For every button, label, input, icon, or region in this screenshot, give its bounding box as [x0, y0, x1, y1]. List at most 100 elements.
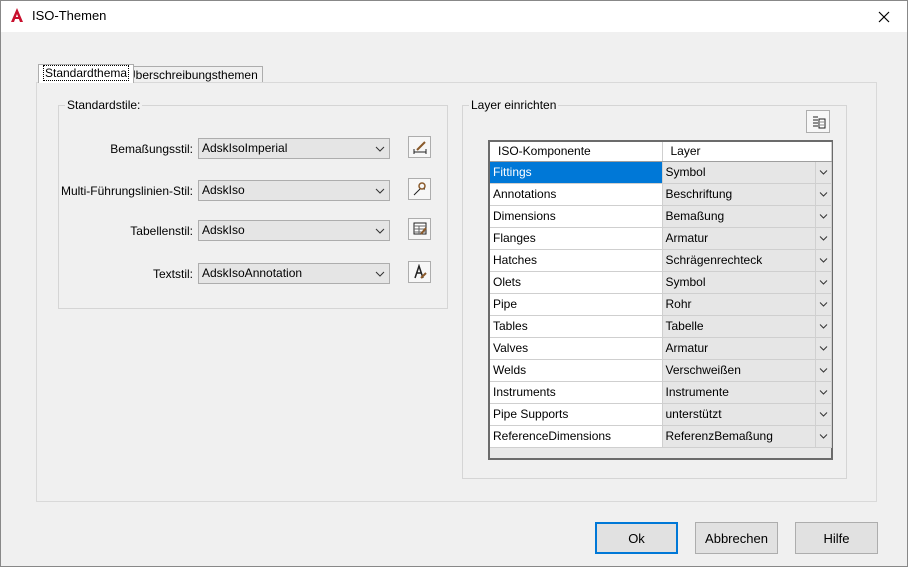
- layer-dropdown-arrow[interactable]: [814, 359, 831, 381]
- layer-value: Symbol: [665, 275, 706, 289]
- layer-select-cell[interactable]: ReferenzBemaßung: [662, 425, 832, 448]
- chevron-down-icon: [819, 301, 827, 307]
- layer-value: Tabelle: [665, 319, 704, 333]
- table-row[interactable]: Fittings Symbol: [490, 161, 832, 184]
- table-row[interactable]: Tables Tabelle: [490, 315, 832, 338]
- autocad-a-icon: [11, 8, 23, 22]
- layer-value: Schrägenrechteck: [665, 253, 763, 267]
- ok-button[interactable]: Ok: [595, 522, 678, 554]
- iso-component-cell[interactable]: Annotations: [490, 183, 663, 206]
- layer-setup-label: Layer einrichten: [469, 98, 559, 112]
- layer-value: Rohr: [665, 297, 692, 311]
- iso-component-cell[interactable]: Pipe: [490, 293, 663, 316]
- layer-dropdown-arrow[interactable]: [814, 315, 831, 337]
- table-row[interactable]: Instruments Instrumente: [490, 381, 832, 404]
- layer-value: unterstützt: [665, 407, 722, 421]
- table-header: ISO-Komponente Layer: [490, 142, 832, 162]
- layer-table: ISO-Komponente Layer Fittings Symbol Annot…: [490, 142, 832, 448]
- layer-dropdown-arrow[interactable]: [814, 425, 831, 447]
- layer-dropdown-arrow[interactable]: [814, 293, 831, 315]
- multileader-style-button[interactable]: [408, 178, 431, 200]
- layer-select-cell[interactable]: Tabelle: [662, 315, 832, 338]
- layer-value: Symbol: [665, 165, 706, 179]
- dimension-style-button[interactable]: [408, 136, 431, 158]
- table-row[interactable]: Annotations Beschriftung: [490, 183, 832, 206]
- layer-select-cell[interactable]: unterstützt: [662, 403, 832, 426]
- column-header-iso-komponente[interactable]: ISO-Komponente: [490, 142, 663, 162]
- table-row[interactable]: Pipe Rohr: [490, 293, 832, 316]
- layer-dropdown-arrow[interactable]: [814, 337, 831, 359]
- table-row[interactable]: ReferenceDimensions ReferenzBemaßung: [490, 425, 832, 448]
- table-row[interactable]: Valves Armatur: [490, 337, 832, 360]
- multileader-style-icon: [413, 182, 426, 196]
- close-button[interactable]: [861, 1, 907, 32]
- layer-select-cell[interactable]: Symbol: [662, 271, 832, 294]
- layer-select-cell[interactable]: Symbol: [662, 161, 832, 184]
- table-style-label: Tabellenstil:: [130, 224, 193, 238]
- layer-dropdown-arrow[interactable]: [814, 161, 831, 183]
- chevron-down-icon: [819, 235, 827, 241]
- chevron-down-icon: [819, 411, 827, 417]
- iso-component-cell[interactable]: Flanges: [490, 227, 663, 250]
- layer-value: Armatur: [665, 341, 709, 355]
- table-style-select[interactable]: AdskIso: [198, 220, 390, 241]
- layer-properties-button[interactable]: [806, 110, 830, 133]
- table-row[interactable]: Flanges Armatur: [490, 227, 832, 250]
- table-row[interactable]: Hatches Schrägenrechteck: [490, 249, 832, 272]
- text-style-select[interactable]: AdskIsoAnnotation: [198, 263, 390, 284]
- layer-select-cell[interactable]: Bemaßung: [662, 205, 832, 228]
- help-button[interactable]: Hilfe: [795, 522, 878, 554]
- chevron-down-icon: [819, 323, 827, 329]
- iso-component-cell[interactable]: Valves: [490, 337, 663, 360]
- layer-select-cell[interactable]: Schrägenrechteck: [662, 249, 832, 272]
- tab-ueberschreibungsthemen[interactable]: Überschreibungsthemen: [122, 66, 263, 83]
- text-style-label: Textstil:: [152, 267, 193, 281]
- text-style-button[interactable]: [408, 261, 431, 283]
- layer-select-cell[interactable]: Beschriftung: [662, 183, 832, 206]
- chevron-down-icon: [819, 169, 827, 175]
- layer-value: Verschweißen: [665, 363, 741, 377]
- layer-dropdown-arrow[interactable]: [814, 249, 831, 271]
- chevron-down-icon: [375, 271, 385, 277]
- multileader-style-select[interactable]: AdskIso: [198, 180, 390, 201]
- layer-dropdown-arrow[interactable]: [814, 271, 831, 293]
- layer-dropdown-arrow[interactable]: [814, 381, 831, 403]
- layer-select-cell[interactable]: Instrumente: [662, 381, 832, 404]
- tab-standardthema[interactable]: Standardthema: [38, 64, 135, 83]
- chevron-down-icon: [375, 228, 385, 234]
- layer-dropdown-arrow[interactable]: [814, 183, 831, 205]
- layer-select-cell[interactable]: Rohr: [662, 293, 832, 316]
- layer-value: Bemaßung: [665, 209, 725, 223]
- column-header-layer[interactable]: Layer: [662, 142, 832, 162]
- iso-component-cell[interactable]: Hatches: [490, 249, 663, 272]
- table-style-button[interactable]: [408, 218, 431, 240]
- table-row[interactable]: Olets Symbol: [490, 271, 832, 294]
- table-row[interactable]: Welds Verschweißen: [490, 359, 832, 382]
- layer-dropdown-arrow[interactable]: [814, 227, 831, 249]
- layer-dropdown-arrow[interactable]: [814, 403, 831, 425]
- iso-component-cell[interactable]: Tables: [490, 315, 663, 338]
- iso-component-cell[interactable]: Pipe Supports: [490, 403, 663, 426]
- chevron-down-icon: [819, 257, 827, 263]
- iso-component-cell[interactable]: Fittings: [490, 161, 663, 184]
- chevron-down-icon: [819, 367, 827, 373]
- chevron-down-icon: [819, 191, 827, 197]
- iso-component-cell[interactable]: Welds: [490, 359, 663, 382]
- dimension-style-select[interactable]: AdskIsoImperial: [198, 138, 390, 159]
- table-row[interactable]: Pipe Supports unterstützt: [490, 403, 832, 426]
- chevron-down-icon: [819, 213, 827, 219]
- layer-value: Beschriftung: [665, 187, 733, 201]
- layer-select-cell[interactable]: Armatur: [662, 227, 832, 250]
- iso-component-cell[interactable]: Instruments: [490, 381, 663, 404]
- iso-themes-dialog: ISO-Themen Standardthema Überschreibungs…: [0, 0, 908, 567]
- iso-component-cell[interactable]: Olets: [490, 271, 663, 294]
- layer-dropdown-arrow[interactable]: [814, 205, 831, 227]
- layer-select-cell[interactable]: Armatur: [662, 337, 832, 360]
- table-row[interactable]: Dimensions Bemaßung: [490, 205, 832, 228]
- iso-component-cell[interactable]: Dimensions: [490, 205, 663, 228]
- iso-component-cell[interactable]: ReferenceDimensions: [490, 425, 663, 448]
- cancel-button[interactable]: Abbrechen: [695, 522, 778, 554]
- layer-properties-icon: [813, 116, 826, 128]
- layer-value: Armatur: [665, 231, 709, 245]
- layer-select-cell[interactable]: Verschweißen: [662, 359, 832, 382]
